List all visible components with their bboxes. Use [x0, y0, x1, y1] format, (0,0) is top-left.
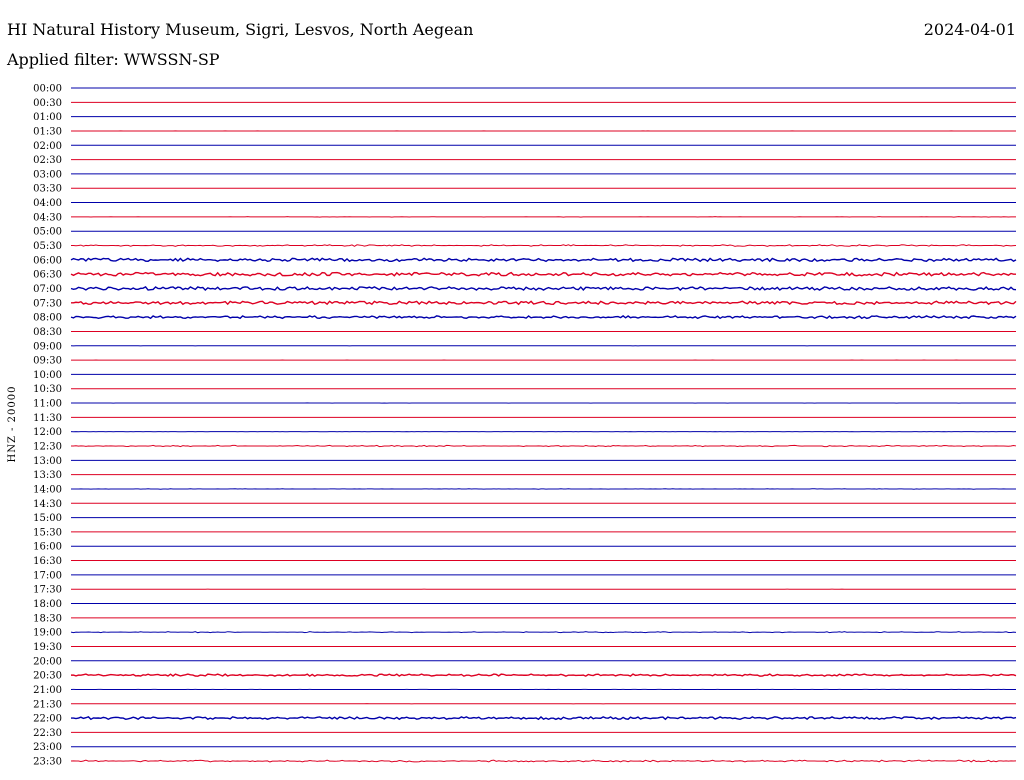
time-tick-label: 16:00 — [33, 542, 62, 553]
trace-line — [70, 631, 1017, 634]
trace-line — [70, 716, 1017, 721]
time-tick-label: 23:00 — [33, 742, 62, 753]
time-tick-label: 17:00 — [33, 570, 62, 581]
time-tick-label: 00:00 — [33, 84, 62, 95]
time-tick-label: 01:00 — [33, 112, 62, 123]
time-tick-label: 07:30 — [33, 298, 62, 309]
trace-line — [70, 315, 1017, 320]
time-tick-label: 05:00 — [33, 227, 62, 238]
time-tick-label: 15:00 — [33, 513, 62, 524]
y-axis-label: HNZ - 20000 — [7, 386, 18, 463]
time-tick-label: 01:30 — [33, 126, 62, 137]
time-tick-label: 15:30 — [33, 527, 62, 538]
time-tick-label: 10:00 — [33, 370, 62, 381]
time-tick-label: 12:30 — [33, 442, 62, 453]
time-tick-label: 07:00 — [33, 284, 62, 295]
time-tick-label: 23:30 — [33, 757, 62, 768]
time-tick-label: 17:30 — [33, 585, 62, 596]
time-tick-label: 20:00 — [33, 656, 62, 667]
time-tick-label: 21:30 — [33, 699, 62, 710]
time-tick-label: 05:30 — [33, 241, 62, 252]
time-tick-label: 09:00 — [33, 341, 62, 352]
trace-line — [70, 444, 1017, 448]
helicorder-plot: HNZ - 20000 00:00 00:30 01:00 01:30 02:00 02:… — [7, 84, 1017, 768]
time-tick-label: 04:30 — [33, 212, 62, 223]
time-tick-label: 02:00 — [33, 141, 62, 152]
trace-line — [71, 673, 1017, 677]
trace-line — [70, 257, 1017, 263]
time-tick-label: 09:30 — [33, 356, 62, 367]
trace-line — [70, 286, 1017, 291]
time-tick-label: 04:00 — [33, 198, 62, 209]
time-tick-label: 08:00 — [33, 313, 62, 324]
time-tick-label: 14:30 — [33, 499, 62, 510]
time-tick-label: 12:00 — [33, 427, 62, 438]
time-tick-label: 00:30 — [33, 98, 62, 109]
trace-line — [70, 244, 1017, 247]
time-tick-label: 10:30 — [33, 384, 62, 395]
time-tick-label: 18:30 — [33, 613, 62, 624]
time-tick-label: 18:00 — [33, 599, 62, 610]
time-tick-label: 06:30 — [33, 270, 62, 281]
trace-line — [70, 216, 1017, 218]
time-tick-label: 11:30 — [33, 413, 62, 424]
trace-line — [70, 300, 1017, 306]
time-tick-label: 13:00 — [33, 456, 62, 467]
time-tick-label: 21:00 — [33, 685, 62, 696]
time-tick-label: 22:00 — [33, 714, 62, 725]
time-tick-label: 03:00 — [33, 169, 62, 180]
trace-group: 00:00 00:30 01:00 01:30 02:00 02:30 03:00 03:30… — [33, 84, 1017, 768]
time-tick-label: 20:30 — [33, 671, 62, 682]
time-tick-label: 02:30 — [33, 155, 62, 166]
time-tick-label: 13:30 — [33, 470, 62, 481]
trace-line — [70, 759, 1017, 763]
time-tick-label: 03:30 — [33, 184, 62, 195]
time-tick-label: 19:00 — [33, 628, 62, 639]
trace-line — [70, 488, 1017, 490]
time-tick-label: 06:00 — [33, 255, 62, 266]
trace-line — [70, 271, 1016, 277]
time-tick-label: 14:00 — [33, 484, 62, 495]
time-tick-label: 16:30 — [33, 556, 62, 567]
time-tick-label: 19:30 — [33, 642, 62, 653]
time-tick-label: 08:30 — [33, 327, 62, 338]
time-tick-label: 22:30 — [33, 728, 62, 739]
time-tick-label: 11:00 — [33, 399, 62, 410]
